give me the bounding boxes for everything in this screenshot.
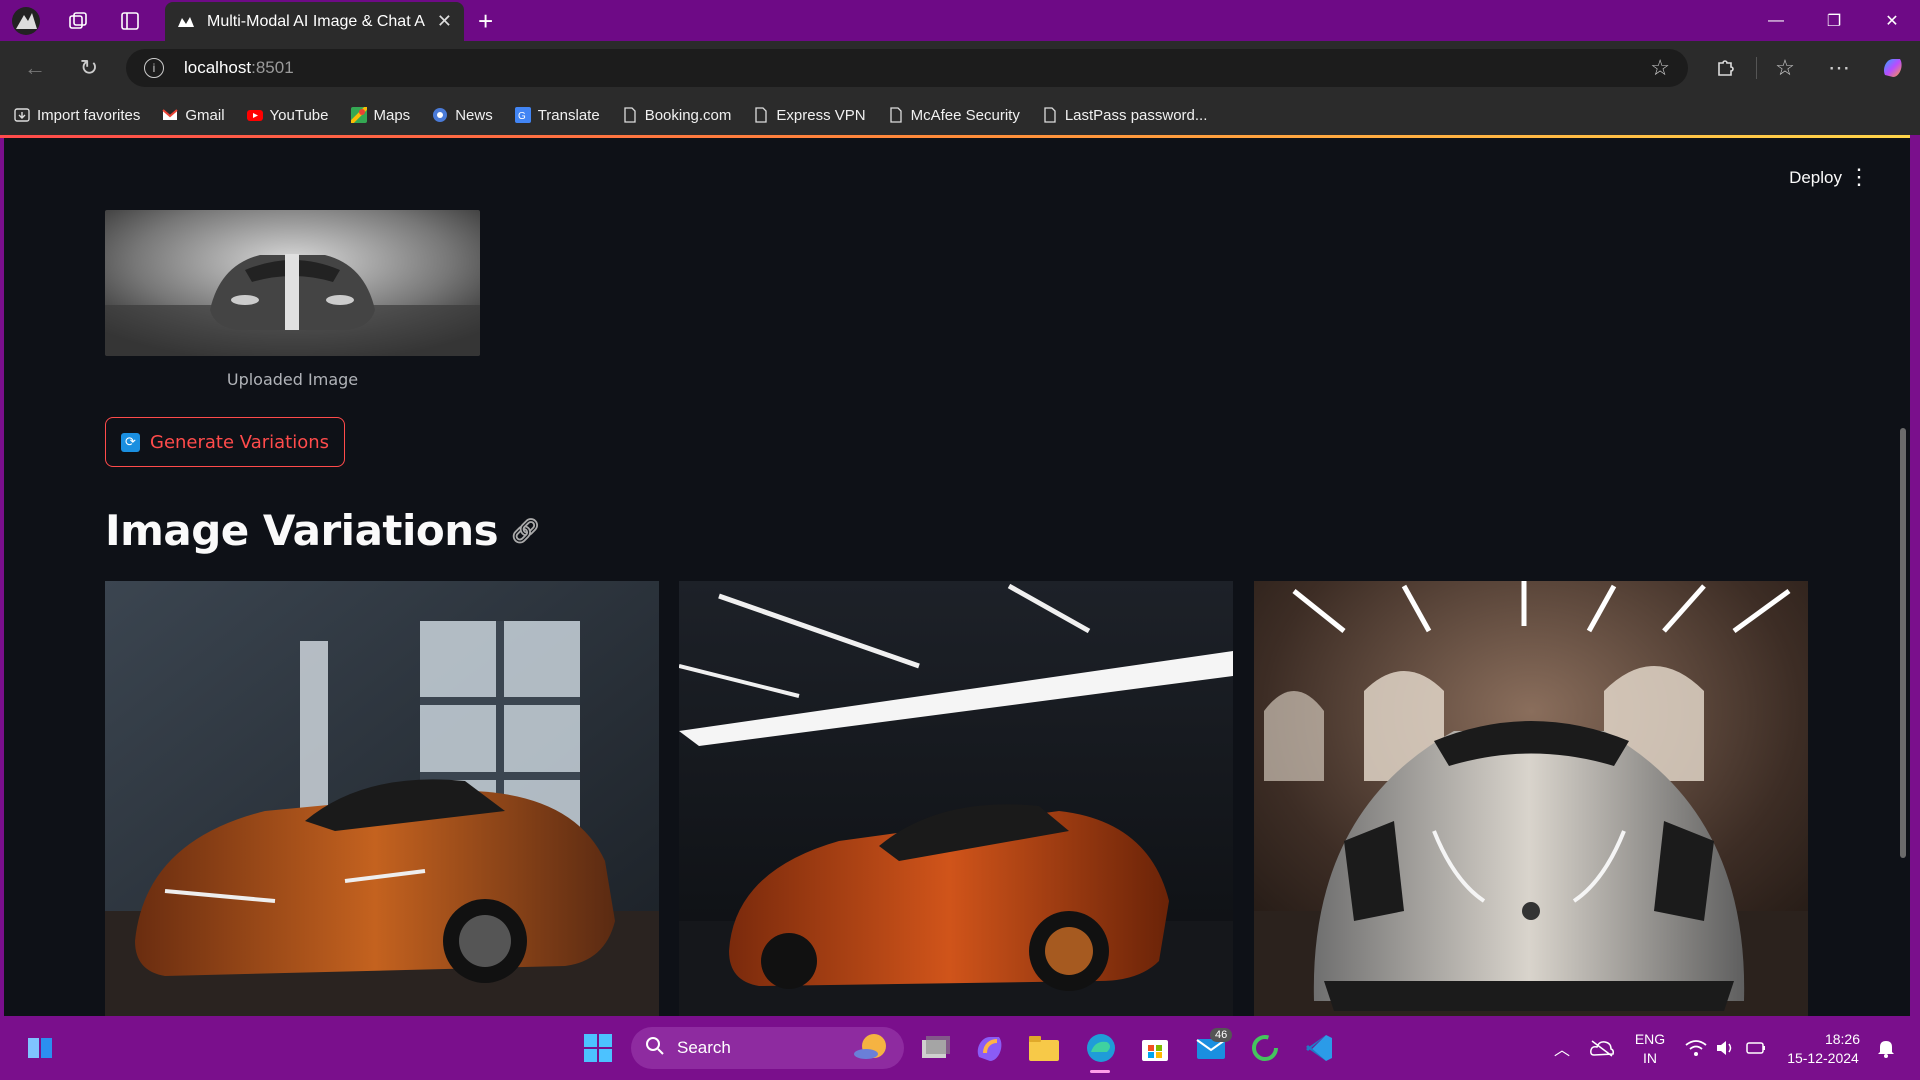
back-icon[interactable]: ←	[20, 53, 50, 83]
minimize-icon[interactable]: —	[1747, 0, 1805, 41]
microsoft-store-icon[interactable]	[1137, 1030, 1173, 1066]
section-title: Image Variations	[105, 506, 499, 555]
bookmark-label: McAfee Security	[910, 106, 1020, 124]
extensions-icon[interactable]	[1710, 53, 1740, 83]
vscode-icon[interactable]	[1301, 1030, 1337, 1066]
page-scrollbar[interactable]	[1900, 428, 1906, 858]
bookmark-lastpass[interactable]: LastPass password...	[1042, 106, 1208, 124]
search-icon	[645, 1036, 665, 1061]
windows-taskbar: Search 46 ︿ ENG IN 18:26 15-12-2024	[0, 1016, 1920, 1080]
bookmark-label: Import favorites	[37, 106, 141, 124]
bookmark-gmail[interactable]: Gmail	[162, 106, 225, 124]
tab-title: Multi-Modal AI Image & Chat Ass	[207, 12, 425, 30]
bookmark-label: Gmail	[185, 106, 225, 124]
tab-close-icon[interactable]: ✕	[437, 11, 452, 32]
page-icon	[622, 107, 638, 123]
restore-icon[interactable]: ❐	[1805, 0, 1863, 41]
toolbar-divider	[1756, 57, 1757, 79]
browser-titlebar: Multi-Modal AI Image & Chat Ass ✕ + — ❐ …	[0, 0, 1920, 41]
refresh-emoji-icon: ⟳	[121, 432, 140, 452]
region-code: IN	[1643, 1050, 1657, 1066]
generate-variations-button[interactable]: ⟳ Generate Variations	[105, 417, 346, 467]
deploy-button[interactable]: Deploy	[1789, 168, 1842, 188]
main-menu-icon[interactable]: ⋮	[1848, 164, 1870, 190]
copilot-app-icon[interactable]	[972, 1030, 1008, 1066]
bookmark-express-vpn[interactable]: Express VPN	[753, 106, 866, 124]
translate-icon: G	[514, 107, 531, 123]
onedrive-off-icon[interactable]	[1584, 1030, 1620, 1066]
copilot-icon[interactable]	[1878, 53, 1908, 83]
bookmark-news[interactable]: News	[432, 107, 493, 124]
bookmark-label: News	[455, 106, 493, 124]
bookmarks-bar: Import favorites Gmail YouTube Maps News…	[0, 95, 1920, 135]
generate-variations-label: Generate Variations	[150, 431, 330, 453]
uploaded-image	[105, 210, 480, 356]
bookmark-import-favorites[interactable]: Import favorites	[14, 107, 140, 124]
bookmark-translate[interactable]: G Translate	[514, 106, 600, 124]
page-icon	[888, 107, 904, 123]
bookmark-booking[interactable]: Booking.com	[622, 106, 732, 124]
show-hidden-icons-icon[interactable]: ︿	[1544, 1030, 1580, 1066]
clock-time: 18:26	[1824, 1031, 1860, 1047]
start-icon[interactable]	[580, 1030, 616, 1066]
bookmark-label: Booking.com	[644, 106, 732, 124]
active-app-indicator	[1090, 1070, 1110, 1073]
favorite-star-icon[interactable]: ☆	[1650, 55, 1670, 81]
variation-image-3	[1254, 581, 1808, 1016]
favorites-icon[interactable]: ☆	[1770, 53, 1800, 83]
task-view-icon[interactable]	[918, 1030, 954, 1066]
bookmark-mcafee[interactable]: McAfee Security	[888, 107, 1020, 124]
notifications-icon[interactable]	[1868, 1030, 1904, 1066]
bookmark-maps[interactable]: Maps	[349, 105, 411, 125]
page-icon	[1042, 107, 1058, 123]
language-indicator[interactable]: ENG IN	[1630, 1030, 1670, 1068]
news-icon	[432, 107, 448, 123]
profile-avatar-icon[interactable]	[0, 0, 52, 41]
site-info-icon[interactable]: i	[144, 58, 164, 78]
address-bar[interactable]: i localhost:8501 ☆	[126, 49, 1688, 87]
search-highlight-icon	[854, 1032, 890, 1065]
bookmark-label: YouTube	[269, 106, 329, 124]
page-icon	[753, 107, 769, 123]
close-window-icon[interactable]: ✕	[1863, 0, 1920, 41]
url-host: localhost	[184, 58, 252, 77]
workspaces-icon[interactable]	[52, 0, 104, 41]
bookmark-youtube[interactable]: YouTube	[246, 106, 329, 124]
mail-badge: 46	[1210, 1028, 1233, 1042]
new-tab-icon[interactable]: +	[478, 6, 493, 37]
refresh-icon[interactable]: ↻	[74, 53, 104, 83]
vertical-tabs-icon[interactable]	[104, 0, 156, 41]
language-code: ENG	[1634, 1031, 1666, 1047]
file-explorer-icon[interactable]	[1026, 1030, 1062, 1066]
clock-date: 15-12-2024	[1787, 1050, 1859, 1066]
anchor-link-icon[interactable]: 🔗︎	[510, 517, 540, 545]
gmail-icon	[162, 107, 179, 123]
edge-browser-icon[interactable]	[1083, 1030, 1119, 1066]
bookmark-label: LastPass password...	[1064, 106, 1208, 124]
tab-favicon-icon	[177, 13, 195, 31]
clock[interactable]: 18:26 15-12-2024	[1778, 1030, 1868, 1068]
active-tab[interactable]: Multi-Modal AI Image & Chat Ass ✕	[165, 2, 464, 41]
uploaded-image-caption: Uploaded Image	[226, 370, 359, 389]
maps-icon	[349, 105, 368, 125]
youtube-icon	[246, 107, 263, 123]
bookmark-label: Translate	[537, 106, 600, 124]
streamlit-app-main[interactable]: Deploy ⋮ Uploaded Image ⟳ Generate Varia…	[4, 138, 1910, 1016]
variation-image-2	[679, 581, 1233, 1016]
url-port: :8501	[251, 58, 294, 77]
variation-image-1	[105, 581, 659, 1016]
bookmark-label: Express VPN	[776, 106, 866, 124]
more-options-icon[interactable]: ⋯	[1824, 53, 1854, 83]
import-icon	[14, 107, 30, 123]
svg-text:G: G	[518, 111, 526, 122]
search-label: Search	[677, 1038, 731, 1057]
taskbar-search-box[interactable]: Search	[631, 1027, 904, 1069]
widgets-icon[interactable]	[22, 1030, 58, 1066]
image-variations-heading: Image Variations 🔗︎	[105, 506, 541, 555]
progress-ring-app-icon[interactable]	[1247, 1030, 1283, 1066]
bookmark-label: Maps	[373, 106, 411, 124]
address-bar-row: ← ↻ i localhost:8501 ☆ ☆ ⋯	[0, 41, 1920, 95]
battery-icon[interactable]	[1738, 1030, 1774, 1066]
